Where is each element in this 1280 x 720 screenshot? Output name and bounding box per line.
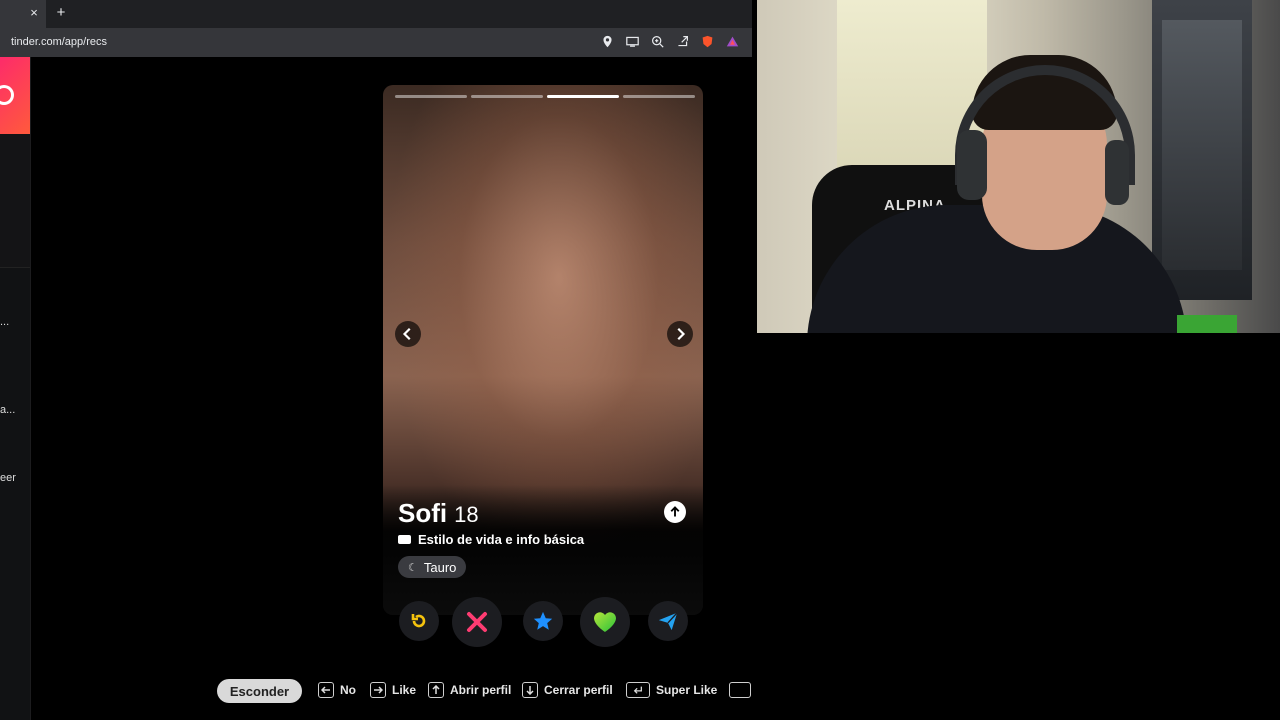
headset-earcup-left xyxy=(957,130,987,200)
enter-key-icon xyxy=(626,682,650,698)
shortcut-superlike: Super Like xyxy=(626,682,717,698)
arrow-left-key-icon xyxy=(318,682,334,698)
address-bar-icons xyxy=(600,34,740,49)
rewind-button[interactable] xyxy=(399,601,439,641)
photo-progress-bar[interactable] xyxy=(471,95,543,98)
open-profile-button[interactable] xyxy=(664,501,686,523)
space-key-icon xyxy=(729,682,751,698)
shortcut-open-label: Abrir perfil xyxy=(450,683,512,697)
photo-progress-bars xyxy=(395,95,695,98)
rewind-icon xyxy=(411,614,426,628)
sidebar-snippet-3[interactable]: eer xyxy=(0,472,16,484)
photo-progress-bar[interactable] xyxy=(623,95,695,98)
cast-icon[interactable] xyxy=(625,34,640,49)
browser-tab[interactable]: × xyxy=(0,0,46,28)
shortcut-no-label: No xyxy=(340,683,356,697)
star-icon xyxy=(533,611,553,630)
url-text[interactable]: tinder.com/app/recs xyxy=(11,36,107,48)
zoom-icon[interactable] xyxy=(650,34,665,49)
tinder-logo-icon xyxy=(0,85,14,105)
photo-progress-bar[interactable] xyxy=(547,95,619,98)
arrow-up-icon xyxy=(670,506,680,517)
shortcut-no: No xyxy=(318,682,356,698)
tag-icon xyxy=(398,535,411,544)
hide-shortcuts-button[interactable]: Esconder xyxy=(217,679,302,703)
share-icon[interactable] xyxy=(675,34,690,49)
keyboard-shortcuts-bar: Esconder No Like Abrir perfil Cerrar per… xyxy=(0,676,752,704)
dark-window-background xyxy=(1152,0,1252,300)
arrow-down-key-icon xyxy=(522,682,538,698)
profile-name: Sofi xyxy=(398,498,448,528)
chevron-right-icon xyxy=(677,327,686,341)
moon-icon: ☾ xyxy=(408,561,418,574)
boost-button[interactable] xyxy=(648,601,688,641)
zodiac-chip: ☾ Tauro xyxy=(398,556,467,578)
shortcut-close-label: Cerrar perfil xyxy=(544,683,613,697)
profile-header[interactable] xyxy=(0,57,30,134)
arrow-up-key-icon xyxy=(428,682,444,698)
x-icon xyxy=(467,612,487,632)
lifestyle-row: Estilo de vida e info básica xyxy=(398,532,584,547)
previous-photo-button[interactable] xyxy=(395,321,421,347)
tab-bar: × + xyxy=(0,0,752,28)
headset-earcup-right xyxy=(1105,140,1129,205)
close-tab-icon[interactable]: × xyxy=(26,5,42,21)
app-sidebar: ... a... eer xyxy=(0,57,31,720)
heart-icon xyxy=(594,612,616,632)
shortcut-superlike-label: Super Like xyxy=(656,683,718,697)
sidebar-panel xyxy=(0,134,30,268)
shortcut-like-label: Like xyxy=(392,683,417,697)
green-object xyxy=(1177,315,1237,333)
new-tab-button[interactable]: + xyxy=(52,4,70,22)
send-icon xyxy=(658,612,678,631)
superlike-button[interactable] xyxy=(523,601,563,641)
like-button[interactable] xyxy=(580,597,630,647)
photo-progress-bar[interactable] xyxy=(395,95,467,98)
shortcut-close-profile: Cerrar perfil xyxy=(522,682,613,698)
next-photo-button[interactable] xyxy=(667,321,693,347)
brave-shield-icon[interactable] xyxy=(700,34,715,49)
action-buttons xyxy=(395,597,695,647)
profile-name-row: Sofi 18 xyxy=(398,498,479,529)
location-icon[interactable] xyxy=(600,34,615,49)
sidebar-snippet-1[interactable]: ... xyxy=(0,316,9,328)
profile-card[interactable]: Sofi 18 Estilo de vida e info básica ☾ T… xyxy=(383,85,703,615)
profile-age: 18 xyxy=(454,502,479,527)
shortcut-next xyxy=(729,682,751,698)
arrow-right-key-icon xyxy=(370,682,386,698)
webcam-feed: ALPINA xyxy=(757,0,1280,333)
brave-rewards-icon[interactable] xyxy=(725,34,740,49)
zodiac-label: Tauro xyxy=(423,559,457,575)
shortcut-open-profile: Abrir perfil xyxy=(428,682,511,698)
shortcut-like: Like xyxy=(370,682,416,698)
nope-button[interactable] xyxy=(452,597,502,647)
address-bar[interactable]: tinder.com/app/recs xyxy=(0,28,752,57)
chevron-left-icon xyxy=(402,327,411,341)
lifestyle-label: Estilo de vida e info básica xyxy=(418,532,585,547)
sidebar-snippet-2[interactable]: a... xyxy=(0,404,15,416)
